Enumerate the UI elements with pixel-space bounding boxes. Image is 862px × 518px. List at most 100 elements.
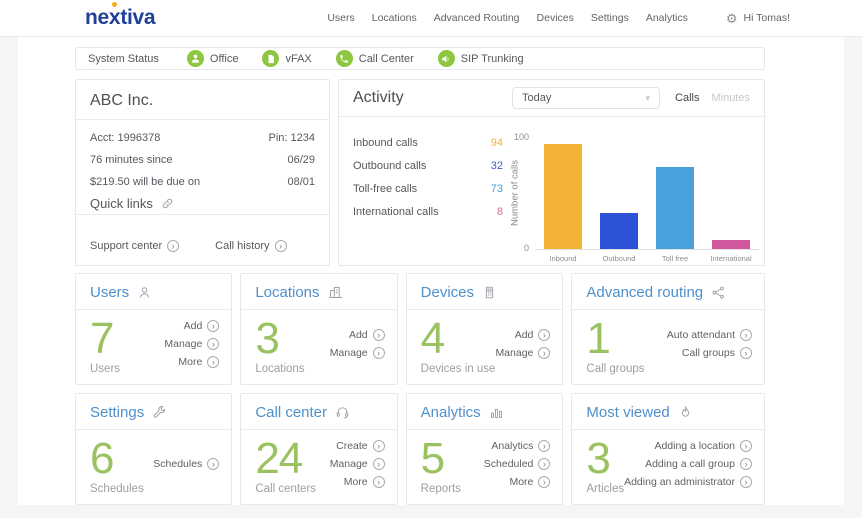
- x-tick-label: International: [710, 254, 752, 263]
- card-links: Add › Manage ›: [330, 313, 385, 375]
- card-title[interactable]: Users: [90, 284, 129, 301]
- logo-text: tiva: [120, 6, 156, 29]
- card-link-more[interactable]: More ›: [509, 476, 551, 488]
- card-devices: Devices 4 Devices in use Add › Manage ›: [405, 273, 564, 385]
- card-count-label: Users: [90, 363, 121, 375]
- period-dropdown[interactable]: Today ▾: [512, 87, 661, 109]
- card-header: Locations: [241, 274, 397, 310]
- card-title[interactable]: Analytics: [421, 404, 481, 421]
- card-title[interactable]: Devices: [421, 284, 474, 301]
- toggle-minutes[interactable]: Minutes: [711, 92, 750, 104]
- activity-header: Activity Today ▾ Calls Minutes: [339, 80, 764, 117]
- system-status-items: Office vFAX Call Center SIP Trunking: [186, 50, 524, 67]
- call-history-link[interactable]: Call history ›: [215, 227, 287, 265]
- account-number: Acct: 1996378: [90, 132, 161, 144]
- stat-label: Toll-free calls: [353, 182, 418, 195]
- card-link-more[interactable]: More ›: [344, 476, 385, 488]
- office-person-icon: [186, 50, 204, 67]
- x-tick-label: Inbound: [549, 254, 577, 263]
- card-link-analytics[interactable]: Analytics ›: [491, 440, 551, 452]
- card-link-manage[interactable]: Manage ›: [330, 347, 385, 359]
- nav-users[interactable]: Users: [327, 12, 354, 24]
- card-link-adding-an-administrator[interactable]: Adding an administrator ›: [624, 476, 752, 488]
- status-item-call-center[interactable]: Call Center: [335, 50, 414, 67]
- x-tick-label: Outbound: [602, 254, 636, 263]
- card-title[interactable]: Call center: [255, 404, 327, 421]
- card-body: 24 Call centers Create › Manage › More ›: [241, 430, 396, 504]
- card-count-label: Call centers: [255, 483, 317, 495]
- chevron-circle-icon: ›: [538, 458, 551, 470]
- card-link-label: More: [178, 356, 203, 368]
- card-link-label: Adding a location: [654, 440, 735, 452]
- nextiva-logo[interactable]: nextiva: [85, 6, 156, 30]
- status-item-office[interactable]: Office: [186, 50, 238, 67]
- account-details: Acct: 1996378 Pin: 1234 76 minutes since…: [76, 120, 329, 214]
- status-item-label: Call Center: [358, 52, 414, 65]
- card-link-label: Auto attendant: [666, 329, 735, 341]
- card-title[interactable]: Most viewed: [586, 404, 669, 421]
- card-link-schedules[interactable]: Schedules ›: [153, 458, 220, 470]
- nav-advanced-routing[interactable]: Advanced Routing: [434, 12, 520, 24]
- nav-settings[interactable]: Settings: [591, 12, 629, 24]
- status-item-vfax[interactable]: vFAX: [262, 50, 312, 67]
- bar-slot-inbound: [535, 137, 591, 249]
- card-header: Advanced routing: [572, 274, 764, 310]
- quick-links[interactable]: Quick links: [90, 196, 315, 211]
- support-center-link[interactable]: Support center ›: [90, 227, 180, 265]
- card-link-add[interactable]: Add ›: [349, 329, 385, 341]
- speaker-icon: [437, 50, 455, 67]
- card-link-label: Call groups: [681, 347, 735, 359]
- card-count: 24: [255, 434, 303, 484]
- card-link-adding-a-call-group[interactable]: Adding a call group ›: [645, 458, 752, 470]
- chevron-circle-icon: ›: [207, 320, 220, 332]
- card-link-call-groups[interactable]: Call groups ›: [682, 347, 752, 359]
- status-item-sip-trunking[interactable]: SIP Trunking: [437, 50, 524, 67]
- card-link-manage[interactable]: Manage ›: [164, 338, 220, 350]
- card-body: 1 Call groups Auto attendant › Call groups ›: [572, 310, 764, 384]
- card-link-label: Manage: [329, 458, 368, 470]
- card-count-label: Reports: [420, 483, 461, 495]
- toggle-calls[interactable]: Calls: [675, 92, 699, 104]
- card-link-label: Add: [183, 320, 203, 332]
- chevron-circle-icon: ›: [538, 329, 551, 341]
- card-link-more[interactable]: More ›: [178, 356, 220, 368]
- card-count-label: Devices in use: [420, 363, 496, 375]
- logo-x-dot: x: [108, 6, 121, 29]
- account-name: ABC Inc.: [76, 80, 329, 120]
- chevron-circle-icon: ›: [207, 458, 220, 470]
- card-title[interactable]: Advanced routing: [586, 284, 703, 301]
- bar-slot-toll-free: [647, 137, 703, 249]
- card-link-manage[interactable]: Manage ›: [495, 347, 551, 359]
- nav-devices[interactable]: Devices: [537, 12, 574, 24]
- nav-analytics[interactable]: Analytics: [646, 12, 688, 24]
- call-stats-list: Inbound calls 94 Outbound calls 32 Toll-free…: [339, 117, 503, 265]
- user-menu[interactable]: ⚙ Hi Tomas!: [726, 12, 790, 25]
- bar-slot-outbound: [591, 137, 647, 249]
- main-panel: System Status Office vFAX Call Center SIP T…: [18, 37, 844, 505]
- card-link-auto-attendant[interactable]: Auto attendant ›: [667, 329, 752, 341]
- period-value: Today: [522, 92, 552, 104]
- support-center-label: Support center: [90, 240, 163, 252]
- chevron-circle-icon: ›: [372, 329, 385, 341]
- card-count: 3: [255, 314, 279, 364]
- bar-toll-free: [656, 167, 694, 249]
- card-link-manage[interactable]: Manage ›: [330, 458, 385, 470]
- card-title[interactable]: Locations: [255, 284, 319, 301]
- card-users: Users 7 Users Add › Manage › More ›: [75, 273, 233, 385]
- card-body: 5 Reports Analytics › Scheduled › More ›: [407, 430, 563, 504]
- card-link-add[interactable]: Add ›: [184, 320, 220, 332]
- card-link-create[interactable]: Create ›: [336, 440, 385, 452]
- card-count: 5: [420, 434, 445, 484]
- fax-document-icon: [262, 50, 280, 67]
- card-link-add[interactable]: Add ›: [515, 329, 551, 341]
- card-title[interactable]: Settings: [90, 404, 144, 421]
- card-link-label: Manage: [495, 347, 534, 359]
- nav-locations[interactable]: Locations: [372, 12, 417, 24]
- card-link-adding-a-location[interactable]: Adding a location ›: [654, 440, 752, 452]
- card-link-scheduled[interactable]: Scheduled ›: [484, 458, 551, 470]
- chevron-circle-icon: ›: [167, 240, 180, 252]
- users-icon: [137, 285, 152, 300]
- card-link-label: Create: [336, 440, 368, 452]
- account-footer: Support center › Call history ›: [76, 214, 329, 265]
- chevron-circle-icon: ›: [207, 356, 220, 368]
